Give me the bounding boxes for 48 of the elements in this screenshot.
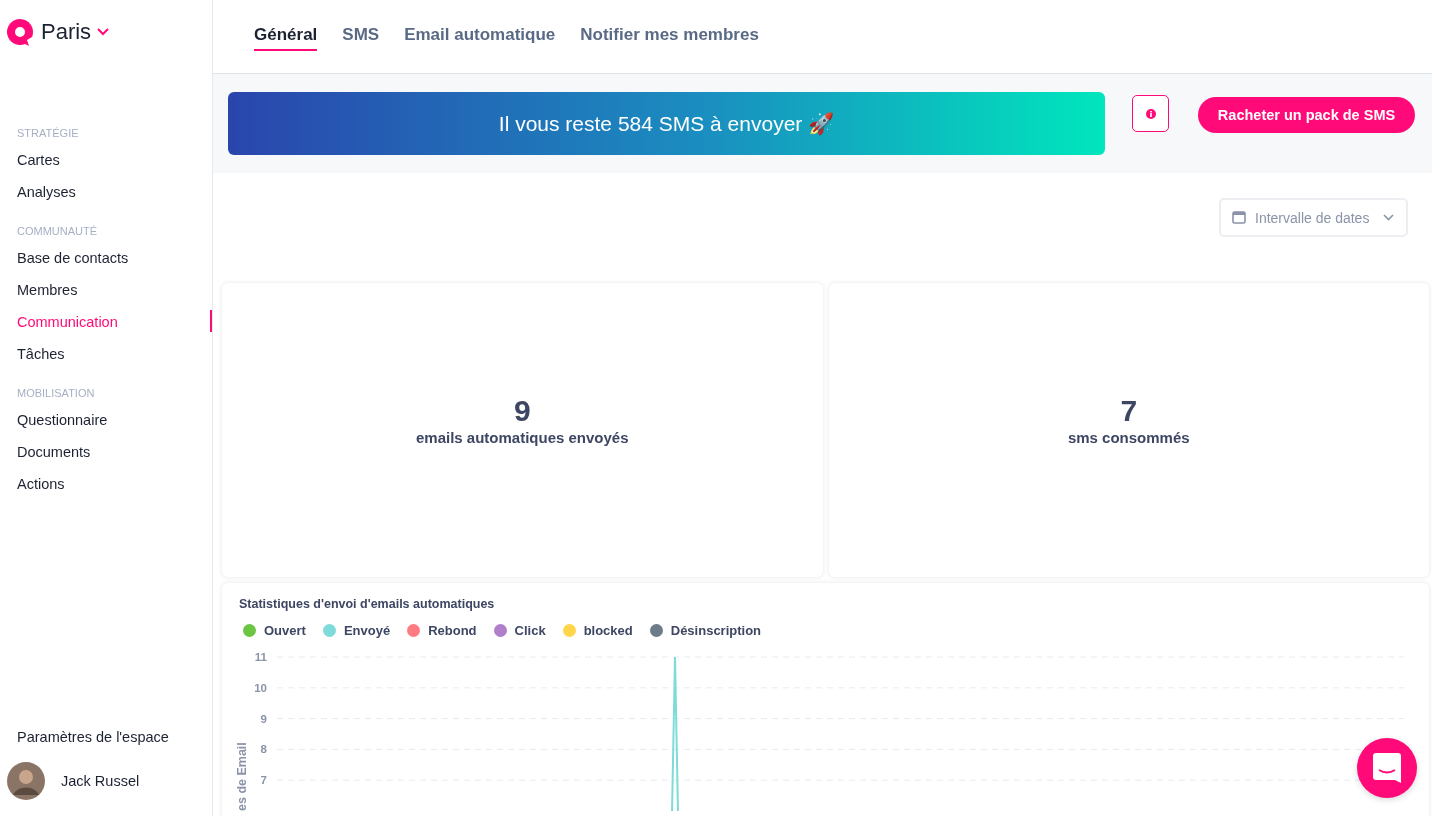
nav-item[interactable]: Membres [0, 274, 212, 306]
nav-item[interactable]: Tâches [0, 338, 212, 370]
stat-label: emails automatiques envoyés [415, 428, 629, 446]
stat-value: 7 [1120, 394, 1138, 427]
nav-item[interactable]: Cartes [0, 144, 212, 176]
buy-sms-button[interactable]: Racheter un pack de SMS [1198, 97, 1415, 133]
chart-title: Statistiques d'envoi d'emails automatiques [238, 597, 496, 611]
legend-label: Désinscription [670, 623, 762, 638]
nav-item[interactable]: Documents [0, 436, 212, 468]
workspace-name: Paris [41, 19, 92, 45]
legend-label: Rebond [428, 623, 477, 638]
tick-label: 8 [260, 743, 267, 756]
section-heading: MOBILISATION [16, 387, 96, 399]
section-heading: COMMUNAUTÉ [16, 225, 99, 237]
nav-item[interactable]: Questionnaire [0, 404, 212, 436]
nav-item[interactable]: Actions [0, 468, 212, 500]
date-range-field[interactable]: Intervalle de dates [1219, 198, 1408, 237]
tab[interactable]: Email automatique [404, 25, 556, 51]
axis-label: es de Email [235, 742, 249, 811]
tick-label: 11 [254, 651, 267, 663]
tab[interactable]: SMS [342, 25, 380, 51]
tick-label: 9 [260, 712, 267, 725]
settings-link[interactable]: Paramètres de l'espace [0, 729, 212, 762]
avatar-icon[interactable] [7, 762, 45, 800]
legend-label: blocked [583, 623, 633, 638]
calendar-icon [1232, 210, 1246, 224]
tab[interactable]: Général [254, 25, 318, 51]
chat-icon [1373, 753, 1401, 783]
logo-icon [5, 17, 35, 47]
section-heading: STRATÉGIE [16, 127, 80, 139]
nav-item[interactable]: Analyses [0, 176, 212, 208]
tick-label: 10 [254, 681, 267, 694]
legend-label: Click [514, 623, 546, 638]
legend-label: Ouvert [264, 623, 306, 638]
info-button[interactable] [1132, 95, 1169, 132]
chevron-down-icon[interactable] [97, 28, 110, 36]
stat-label: sms consommés [1067, 428, 1190, 446]
user-name: Jack Russel [61, 773, 140, 789]
chat-button[interactable] [1357, 738, 1417, 798]
sms-banner: Il vous reste 584 SMS à envoyer 🚀 [228, 92, 1105, 155]
tab[interactable]: Notifier mes membres [580, 25, 759, 51]
nav-item[interactable]: Base de contacts [0, 242, 212, 274]
info-icon [1145, 108, 1156, 119]
legend-label: Envoyé [343, 623, 391, 638]
stat-value: 9 [513, 394, 531, 427]
tick-label: 7 [260, 774, 267, 787]
nav-item[interactable]: Communication [0, 306, 212, 338]
chevron-down-icon [1383, 214, 1394, 221]
